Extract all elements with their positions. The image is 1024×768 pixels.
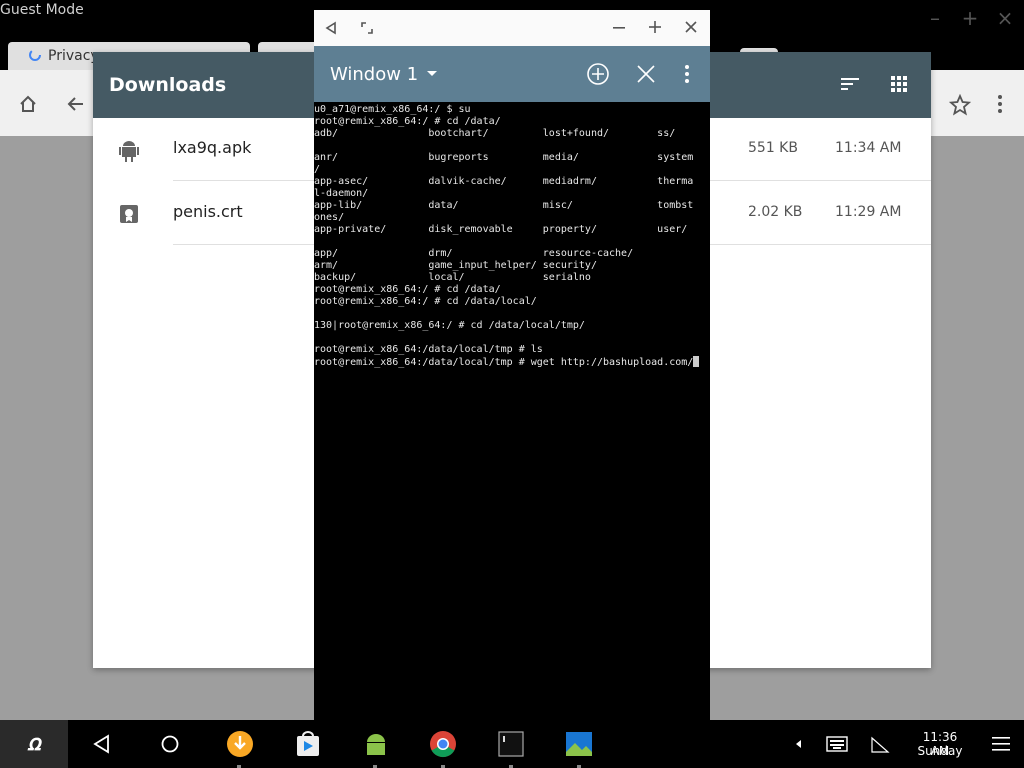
terminal-prompt-line[interactable]: root@remix_x86_64:/data/local/tmp # wget… (314, 356, 710, 368)
play-store-icon[interactable] (294, 730, 322, 758)
terminal-line: root@remix_x86_64:/data/local/tmp # ls (314, 344, 543, 355)
download-app-icon[interactable] (226, 730, 254, 758)
text-cursor (693, 356, 700, 367)
browser-minimize-icon[interactable]: – (920, 6, 950, 30)
terminal-line: root@remix_x86_64:/ # cd /data/ (314, 284, 501, 295)
download-time: 11:34 AM (835, 140, 902, 156)
terminal-line: app-lib/ data/ misc/ tombst (314, 200, 694, 211)
keyboard-icon[interactable] (826, 736, 848, 752)
loading-icon (28, 48, 42, 62)
android-app-icon[interactable] (362, 730, 390, 758)
sort-icon[interactable] (841, 76, 861, 92)
browser-maximize-icon[interactable]: + (955, 6, 985, 30)
terminal-app-icon[interactable] (497, 730, 525, 758)
terminal-line: 130|root@remix_x86_64:/ # cd /data/local… (314, 320, 585, 331)
notifications-menu-icon[interactable] (992, 736, 1012, 752)
start-menu-button[interactable]: ꭥ (0, 720, 68, 768)
bookmark-star-icon[interactable] (949, 94, 971, 116)
clock-day: Sunday (917, 744, 963, 758)
terminal-line: adb/ bootchart/ lost+found/ ss/ (314, 128, 676, 139)
chrome-icon[interactable] (429, 730, 457, 758)
terminal-line: ones/ (314, 212, 345, 223)
back-arrow-icon[interactable] (66, 94, 86, 114)
new-window-icon[interactable] (586, 62, 610, 86)
download-filename: penis.crt (173, 202, 243, 221)
nav-back-icon[interactable] (92, 734, 112, 754)
terminal-window: Window 1 u0_a71@remix_x86_64:/ $ su root… (314, 10, 710, 720)
back-triangle-icon[interactable] (324, 21, 338, 35)
tray-expand-icon[interactable] (796, 740, 802, 748)
android-icon (119, 138, 139, 162)
terminal-line: app-private/ disk_removable property/ us… (314, 224, 688, 235)
window-selector-label[interactable]: Window 1 (330, 64, 418, 85)
terminal-line: l-daemon/ (314, 188, 369, 199)
terminal-line: app-asec/ dalvik-cache/ mediadrm/ therma (314, 176, 694, 187)
tab-title: Privacy (48, 48, 99, 64)
minimize-icon[interactable] (612, 20, 626, 34)
terminal-line: / (314, 164, 321, 175)
terminal-line: backup/ local/ serialno (314, 272, 591, 283)
downloads-title: Downloads (109, 74, 227, 96)
signal-icon[interactable] (870, 734, 890, 754)
terminal-line: arm/ game_input_helper/ security/ (314, 260, 597, 271)
terminal-line: anr/ bugreports media/ system (314, 152, 694, 163)
guest-mode-label: Guest Mode (0, 2, 84, 18)
overflow-menu-icon[interactable] (684, 64, 690, 84)
terminal-output[interactable]: u0_a71@remix_x86_64:/ $ su root@remix_x8… (314, 104, 710, 714)
terminal-line-text: root@remix_x86_64:/data/local/tmp # wget… (314, 357, 694, 368)
resize-icon[interactable] (360, 21, 374, 35)
download-filename: lxa9q.apk (173, 138, 252, 157)
browser-close-icon[interactable]: × (990, 6, 1020, 30)
terminal-line: root@remix_x86_64:/ # cd /data/local/ (314, 296, 537, 307)
download-time: 11:29 AM (835, 204, 902, 220)
terminal-toolbar: Window 1 (314, 46, 710, 102)
maximize-icon[interactable] (648, 20, 662, 34)
close-icon[interactable] (684, 20, 698, 34)
nav-home-icon[interactable] (160, 734, 180, 754)
grid-view-icon[interactable] (891, 76, 907, 92)
close-window-icon[interactable] (636, 64, 656, 84)
terminal-title-bar (314, 10, 710, 46)
terminal-line: u0_a71@remix_x86_64:/ $ su (314, 104, 471, 115)
terminal-line: app/ drm/ resource-cache/ (314, 248, 634, 259)
taskbar: ꭥ 11:36 AM Sunday (0, 720, 1024, 768)
dropdown-arrow-icon[interactable] (426, 70, 438, 78)
browser-menu-icon[interactable] (996, 94, 1004, 114)
certificate-icon (119, 204, 139, 224)
home-icon[interactable] (18, 94, 38, 114)
gallery-app-icon[interactable] (565, 730, 593, 758)
terminal-line: root@remix_x86_64:/ # cd /data/ (314, 116, 501, 127)
